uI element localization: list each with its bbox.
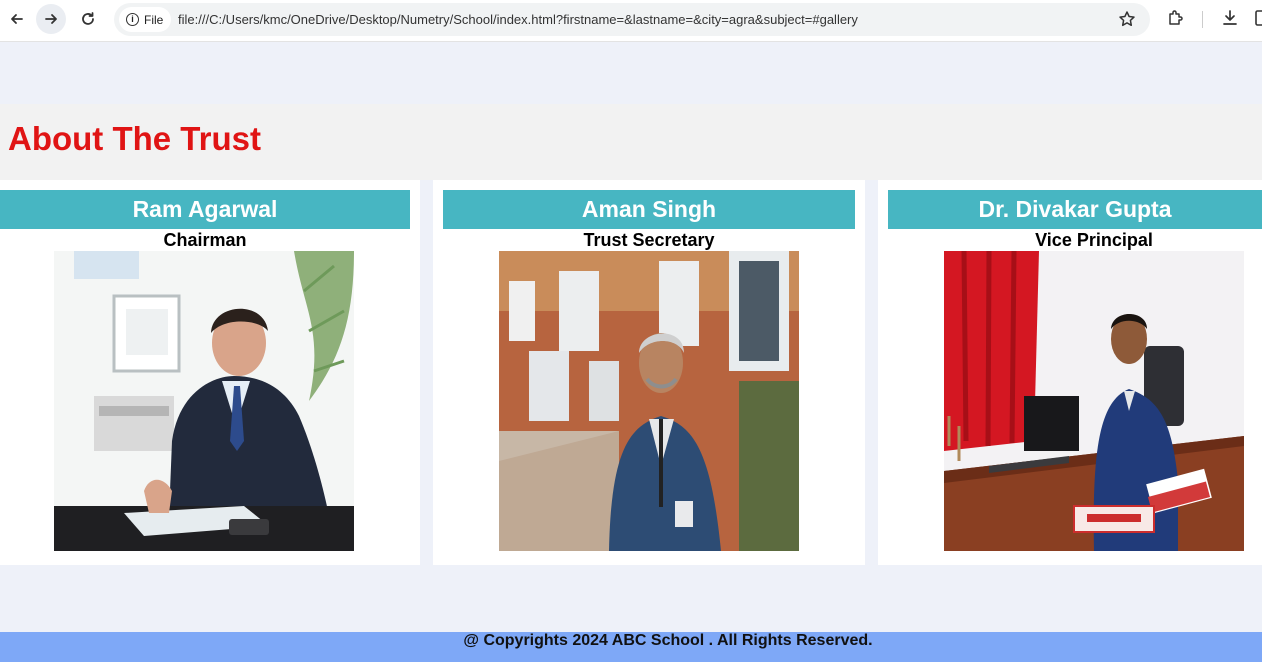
side-panel-icon[interactable] [1254,8,1262,28]
member-card-vice-principal: Dr. Divakar Gupta Vice Principal [878,180,1262,565]
bookmark-star-icon[interactable] [1118,10,1136,28]
browser-toolbar: i File file:///C:/Users/kmc/OneDrive/Des… [0,0,1262,42]
member-photo-secretary [499,251,799,551]
member-photo-chairman [54,251,354,551]
member-photo-vice-principal [944,251,1244,551]
member-card-chairman: Ram Agarwal Chairman [0,180,420,565]
member-role: Chairman [163,230,247,250]
forward-button[interactable] [36,4,66,34]
toolbar-divider [1202,11,1203,28]
member-role: Trust Secretary [583,230,715,250]
info-icon: i [126,13,139,26]
member-name: Ram Agarwal [0,190,410,229]
reload-icon [82,12,94,25]
arrow-left-icon [11,14,23,24]
site-chip-label: File [144,12,164,27]
member-name: Dr. Divakar Gupta [888,190,1262,229]
reload-button[interactable] [73,4,103,34]
member-role: Vice Principal [1035,230,1153,250]
member-name: Aman Singh [443,190,855,229]
extensions-icon[interactable] [1166,8,1186,28]
download-icon[interactable] [1220,8,1240,28]
back-button[interactable] [2,4,32,34]
arrow-right-icon [45,14,57,24]
section-title: About The Trust [8,120,261,157]
address-bar[interactable]: i File file:///C:/Users/kmc/OneDrive/Des… [114,3,1150,36]
page-footer: @ Copyrights 2024 ABC School . All Right… [0,632,1262,662]
url-text[interactable]: file:///C:/Users/kmc/OneDrive/Desktop/Nu… [178,12,858,27]
copyright-text: @ Copyrights 2024 ABC School . All Right… [463,632,873,649]
site-info-chip[interactable]: i File [119,7,172,32]
member-card-secretary: Aman Singh Trust Secretary [433,180,865,565]
